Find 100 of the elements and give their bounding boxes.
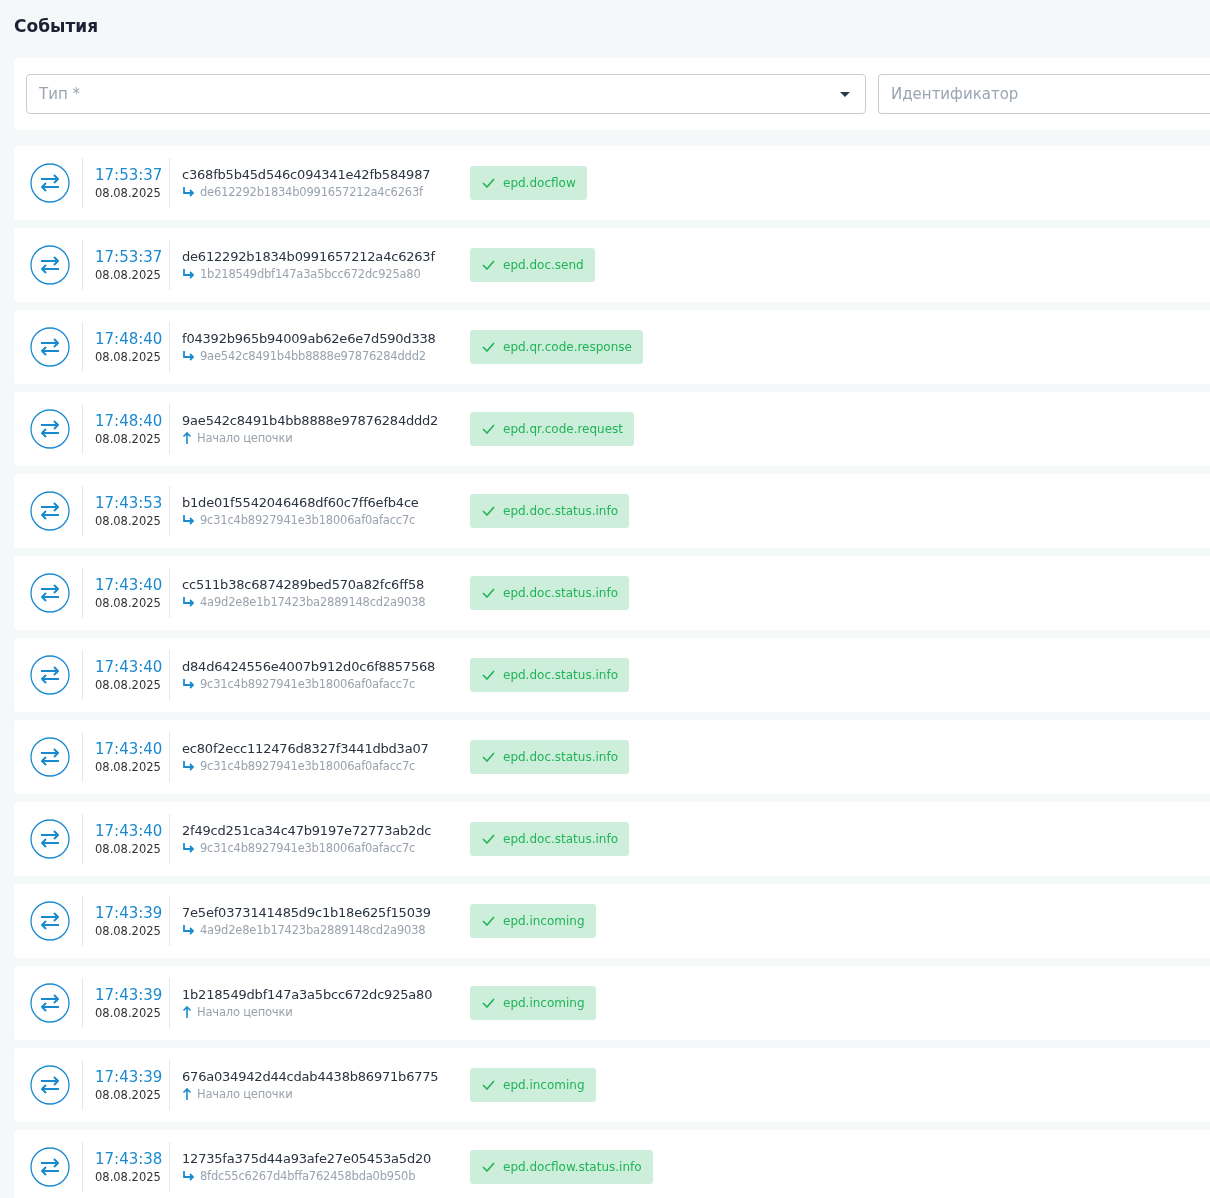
parent-event-id: 1b218549dbf147a3a5bcc672dc925a80 (200, 267, 421, 281)
exchange-arrows-icon (30, 409, 70, 449)
chain-start-label: Начало цепочки (197, 1087, 293, 1101)
return-arrow-icon (182, 678, 195, 690)
exchange-arrows-icon (30, 819, 70, 859)
event-time: 17:48:40 (95, 412, 164, 430)
type-select[interactable]: Тип * (26, 74, 866, 114)
exchange-arrows-icon (30, 655, 70, 695)
check-icon (482, 670, 495, 680)
return-arrow-icon (182, 350, 195, 362)
event-time: 17:43:40 (95, 740, 164, 758)
return-arrow-icon (182, 268, 195, 280)
exchange-arrows-icon (30, 245, 70, 285)
exchange-arrows-icon (30, 327, 70, 367)
return-arrow-icon (182, 514, 195, 526)
exchange-arrows-icon (30, 983, 70, 1023)
parent-event-id: 4a9d2e8e1b17423ba2889148cd2a9038 (200, 923, 426, 937)
event-time: 17:43:39 (95, 986, 164, 1004)
event-id: de612292b1834b0991657212a4c6263f (182, 249, 437, 264)
return-arrow-icon (182, 760, 195, 772)
event-time: 17:43:39 (95, 904, 164, 922)
dropdown-caret-icon[interactable] (840, 92, 850, 97)
check-icon (482, 588, 495, 598)
chain-start-label: Начало цепочки (197, 1005, 293, 1019)
return-arrow-icon (182, 596, 195, 608)
up-arrow-icon (182, 1006, 192, 1018)
check-icon (482, 1080, 495, 1090)
event-date: 08.08.2025 (95, 514, 162, 528)
exchange-arrows-icon (30, 1147, 70, 1187)
event-card[interactable]: 17:43:40 08.08.2025 2f49cd251ca34c47b9197e72773ab2dc 9c31c4b8927941e3b18006af0afacc7c epd.doc.status.info (14, 802, 1210, 876)
event-card[interactable]: 17:53:37 08.08.2025 de612292b1834b0991657212a4c6263f 1b218549dbf147a3a5bcc672dc925a80 epd.doc.send (14, 228, 1210, 302)
event-time: 17:43:40 (95, 576, 164, 594)
event-card[interactable]: 17:48:40 08.08.2025 9ae542c8491b4bb8888e97876284ddd2 Начало цепочки epd.qr.code.request (14, 392, 1210, 466)
event-card[interactable]: 17:48:40 08.08.2025 f04392b965b94009ab62e6e7d590d338 9ae542c8491b4bb8888e97876284ddd2 epd.qr.code.response (14, 310, 1210, 384)
event-date: 08.08.2025 (95, 432, 162, 446)
event-id: 676a034942d44cdab4438b86971b6775 (182, 1069, 440, 1084)
parent-event-id: 9c31c4b8927941e3b18006af0afacc7c (200, 759, 416, 773)
event-date: 08.08.2025 (95, 842, 162, 856)
return-arrow-icon (182, 1170, 195, 1182)
event-card[interactable]: 17:43:39 08.08.2025 1b218549dbf147a3a5bcc672dc925a80 Начало цепочки epd.incoming (14, 966, 1210, 1040)
event-type-label: epd.doc.status.info (503, 750, 618, 764)
event-card[interactable]: 17:43:39 08.08.2025 676a034942d44cdab4438b86971b6775 Начало цепочки epd.incoming (14, 1048, 1210, 1122)
return-arrow-icon (182, 186, 195, 198)
exchange-arrows-icon (30, 491, 70, 531)
event-id: 12735fa375d44a93afe27e05453a5d20 (182, 1151, 433, 1166)
event-card[interactable]: 17:43:40 08.08.2025 ec80f2ecc112476d8327f3441dbd3a07 9c31c4b8927941e3b18006af0afacc7c epd.doc.status.info (14, 720, 1210, 794)
event-card[interactable]: 17:43:39 08.08.2025 7e5ef0373141485d9c1b18e625f15039 4a9d2e8e1b17423ba2889148cd2a9038 epd.incoming (14, 884, 1210, 958)
parent-event-id: 4a9d2e8e1b17423ba2889148cd2a9038 (200, 595, 426, 609)
event-card[interactable]: 17:43:40 08.08.2025 d84d6424556e4007b912d0c6f8857568 9c31c4b8927941e3b18006af0afacc7c epd.doc.status.info (14, 638, 1210, 712)
return-arrow-icon (182, 842, 195, 854)
parent-event-id: 9c31c4b8927941e3b18006af0afacc7c (200, 677, 416, 691)
event-time: 17:43:39 (95, 1068, 164, 1086)
page-title: События (14, 15, 100, 38)
identifier-field[interactable]: Идентификатор (878, 74, 1210, 114)
event-time: 17:48:40 (95, 330, 164, 348)
event-type-label: epd.doc.send (503, 258, 584, 272)
exchange-arrows-icon (30, 737, 70, 777)
event-type-label: epd.doc.status.info (503, 668, 618, 682)
check-icon (482, 178, 495, 188)
event-card[interactable]: 17:43:40 08.08.2025 cc511b38c6874289bed570a82fc6ff58 4a9d2e8e1b17423ba2889148cd2a9038 epd.doc.status.info (14, 556, 1210, 630)
event-type-label: epd.doc.status.info (503, 504, 618, 518)
parent-event-id: de612292b1834b0991657212a4c6263f (200, 185, 423, 199)
event-id: 7e5ef0373141485d9c1b18e625f15039 (182, 905, 432, 920)
event-date: 08.08.2025 (95, 596, 162, 610)
event-date: 08.08.2025 (95, 924, 162, 938)
event-type-label: epd.qr.code.response (503, 340, 632, 354)
return-arrow-icon (182, 924, 195, 936)
event-date: 08.08.2025 (95, 1006, 162, 1020)
event-time: 17:43:40 (95, 822, 164, 840)
check-icon (482, 506, 495, 516)
event-id: c368fb5b45d546c094341e42fb584987 (182, 167, 432, 182)
event-type-label: epd.incoming (503, 996, 585, 1010)
event-date: 08.08.2025 (95, 1170, 162, 1184)
event-id: b1de01f5542046468df60c7ff6efb4ce (182, 495, 420, 510)
event-time: 17:43:40 (95, 658, 164, 676)
check-icon (482, 834, 495, 844)
event-date: 08.08.2025 (95, 678, 162, 692)
event-date: 08.08.2025 (95, 760, 162, 774)
event-date: 08.08.2025 (95, 350, 162, 364)
event-id: cc511b38c6874289bed570a82fc6ff58 (182, 577, 426, 592)
check-icon (482, 752, 495, 762)
event-type-label: epd.doc.status.info (503, 586, 618, 600)
event-time: 17:43:53 (95, 494, 164, 512)
event-date: 08.08.2025 (95, 186, 162, 200)
parent-event-id: 9c31c4b8927941e3b18006af0afacc7c (200, 513, 416, 527)
chain-start-label: Начало цепочки (197, 431, 293, 445)
check-icon (482, 342, 495, 352)
event-card[interactable]: 17:43:38 08.08.2025 12735fa375d44a93afe27e05453a5d20 8fdc55c6267d4bffa762458bda0b950b epd.docflow.status.info (14, 1130, 1210, 1198)
event-date: 08.08.2025 (95, 1088, 162, 1102)
event-date: 08.08.2025 (95, 268, 162, 282)
event-card[interactable]: 17:43:53 08.08.2025 b1de01f5542046468df60c7ff6efb4ce 9c31c4b8927941e3b18006af0afacc7c epd.doc.status.info (14, 474, 1210, 548)
event-id: 2f49cd251ca34c47b9197e72773ab2dc (182, 823, 433, 838)
event-card[interactable]: 17:53:37 08.08.2025 c368fb5b45d546c094341e42fb584987 de612292b1834b0991657212a4c6263f epd.docflow (14, 146, 1210, 220)
event-id: 9ae542c8491b4bb8888e97876284ddd2 (182, 413, 440, 428)
event-id: ec80f2ecc112476d8327f3441dbd3a07 (182, 741, 430, 756)
event-type-label: epd.qr.code.request (503, 422, 624, 436)
event-id: f04392b965b94009ab62e6e7d590d338 (182, 331, 437, 346)
parent-event-id: 9c31c4b8927941e3b18006af0afacc7c (200, 841, 416, 855)
check-icon (482, 916, 495, 926)
parent-event-id: 8fdc55c6267d4bffa762458bda0b950b (200, 1169, 416, 1183)
